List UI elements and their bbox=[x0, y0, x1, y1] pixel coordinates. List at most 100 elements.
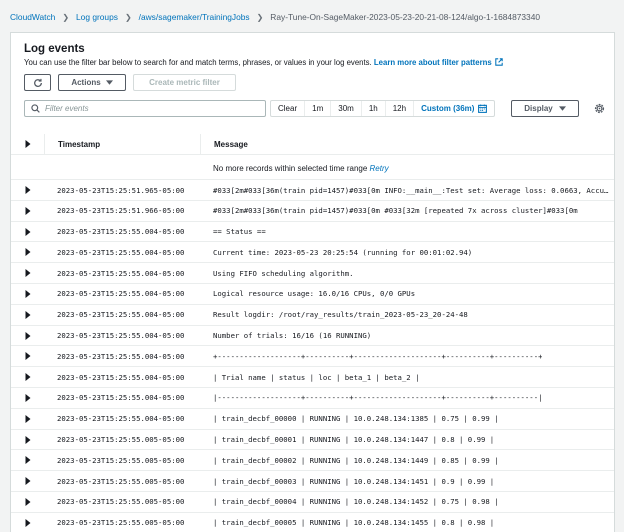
filter-events-input[interactable] bbox=[45, 104, 245, 113]
message-column-header[interactable]: Message bbox=[200, 134, 248, 155]
caret-right-icon[interactable] bbox=[25, 310, 31, 319]
log-message-text: | train_decbf_00003 | RUNNING | 10.0.248… bbox=[213, 476, 495, 486]
actions-label: Actions bbox=[71, 78, 101, 87]
breadcrumb-log-groups[interactable]: Log groups bbox=[76, 12, 118, 22]
log-event-row[interactable]: 2023-05-23T15:25:55.004-05:00 Logical res… bbox=[11, 282, 614, 304]
log-timestamp: 2023-05-23T15:25:55.004-05:00 bbox=[57, 268, 185, 278]
time-range-12h[interactable]: 12h bbox=[384, 101, 413, 116]
log-event-row[interactable]: 2023-05-23T15:25:55.004-05:00 | train_dec… bbox=[11, 407, 614, 429]
caret-right-icon[interactable] bbox=[25, 248, 31, 257]
breadcrumb-log-group[interactable]: /aws/sagemaker/TrainingJobs bbox=[139, 12, 250, 22]
caret-right-icon[interactable] bbox=[25, 269, 31, 278]
time-range-clear[interactable]: Clear bbox=[271, 101, 304, 116]
log-timestamp: 2023-05-23T15:25:51.965-05:00 bbox=[57, 185, 185, 195]
caret-down-icon bbox=[105, 80, 113, 85]
log-message-text: +-------------------+----------+--------… bbox=[213, 351, 543, 361]
log-message-text: | Trial name | status | loc | beta_1 | b… bbox=[213, 372, 420, 382]
chevron-right-icon: ❯ bbox=[124, 12, 132, 22]
log-timestamp: 2023-05-23T15:25:55.004-05:00 bbox=[57, 414, 185, 424]
log-timestamp: 2023-05-23T15:25:51.966-05:00 bbox=[57, 206, 185, 216]
log-event-row[interactable]: 2023-05-23T15:25:55.004-05:00 Current tim… bbox=[11, 241, 614, 262]
learn-more-link[interactable]: Learn more about filter patterns bbox=[374, 58, 492, 67]
refresh-icon bbox=[33, 78, 42, 87]
log-event-row[interactable]: 2023-05-23T15:25:55.005-05:00 | train_dec… bbox=[11, 511, 614, 532]
log-event-row[interactable]: 2023-05-23T15:25:51.966-05:00 #033[2m#033… bbox=[11, 199, 614, 221]
log-timestamp: 2023-05-23T15:25:55.005-05:00 bbox=[57, 518, 185, 528]
log-event-row[interactable]: 2023-05-23T15:25:55.005-05:00 | train_dec… bbox=[11, 490, 614, 512]
log-timestamp: 2023-05-23T15:25:55.005-05:00 bbox=[57, 435, 185, 445]
chevron-right-icon: ❯ bbox=[256, 12, 264, 22]
log-event-row[interactable]: 2023-05-23T15:25:51.965-05:00 #033[2m#033… bbox=[11, 179, 614, 200]
gear-icon[interactable] bbox=[594, 103, 605, 114]
log-message: | Trial name | status | loc | beta_1 | b… bbox=[213, 367, 611, 387]
timestamp-column-header[interactable]: Timestamp bbox=[44, 134, 100, 155]
time-range-custom[interactable]: Custom (36m) bbox=[413, 101, 494, 116]
caret-right-icon[interactable] bbox=[25, 477, 31, 486]
log-message: | train_decbf_00005 | RUNNING | 10.0.248… bbox=[213, 513, 611, 532]
caret-down-icon bbox=[558, 106, 566, 111]
refresh-button[interactable] bbox=[24, 74, 51, 91]
time-range-1h[interactable]: 1h bbox=[360, 101, 385, 116]
caret-right-icon[interactable] bbox=[25, 393, 31, 402]
log-message: +-------------------+----------+--------… bbox=[213, 346, 611, 366]
log-event-row[interactable]: 2023-05-23T15:25:55.004-05:00 == Status =… bbox=[11, 220, 614, 242]
log-timestamp: 2023-05-23T15:25:55.004-05:00 bbox=[57, 247, 185, 257]
calendar-icon bbox=[478, 104, 488, 113]
time-range-selector: Clear 1m 30m 1h 12h Custom (36m) bbox=[270, 100, 496, 117]
log-event-row[interactable]: 2023-05-23T15:25:55.005-05:00 | train_dec… bbox=[11, 449, 614, 470]
log-event-row[interactable]: 2023-05-23T15:25:55.005-05:00 | train_dec… bbox=[11, 470, 614, 491]
display-dropdown[interactable]: Display bbox=[511, 100, 579, 117]
log-message-text: Logical resource usage: 16.0/16 CPUs, 0/… bbox=[213, 289, 416, 299]
breadcrumb-cloudwatch[interactable]: CloudWatch bbox=[10, 12, 55, 22]
log-message: |-------------------+----------+--------… bbox=[213, 388, 611, 408]
caret-right-icon[interactable] bbox=[25, 414, 31, 423]
log-event-row[interactable]: 2023-05-23T15:25:55.004-05:00 +----------… bbox=[11, 345, 614, 366]
filter-events-field[interactable] bbox=[24, 100, 266, 117]
log-timestamp: 2023-05-23T15:25:55.004-05:00 bbox=[57, 393, 185, 403]
caret-right-icon[interactable] bbox=[25, 456, 31, 465]
log-message: | train_decbf_00003 | RUNNING | 10.0.248… bbox=[213, 471, 611, 491]
caret-right-icon[interactable] bbox=[25, 206, 31, 215]
caret-right-icon[interactable] bbox=[25, 331, 31, 340]
caret-right-icon[interactable] bbox=[25, 352, 31, 361]
caret-right-icon[interactable] bbox=[25, 227, 31, 236]
log-event-row[interactable]: 2023-05-23T15:25:55.004-05:00 Using FIFO … bbox=[11, 262, 614, 283]
caret-right-icon[interactable] bbox=[25, 289, 31, 298]
log-timestamp: 2023-05-23T15:25:55.004-05:00 bbox=[57, 310, 185, 320]
log-event-row[interactable]: 2023-05-23T15:25:55.004-05:00 Number of t… bbox=[11, 324, 614, 346]
log-event-row[interactable]: 2023-05-23T15:25:55.004-05:00 Result logd… bbox=[11, 303, 614, 325]
log-message-text: | train_decbf_00004 | RUNNING | 10.0.248… bbox=[213, 497, 499, 507]
actions-dropdown[interactable]: Actions bbox=[58, 74, 126, 91]
log-timestamp: 2023-05-23T15:25:55.004-05:00 bbox=[57, 331, 185, 341]
caret-right-icon[interactable] bbox=[25, 435, 31, 444]
log-event-row[interactable]: 2023-05-23T15:25:55.004-05:00 |----------… bbox=[11, 386, 614, 408]
caret-right-icon[interactable] bbox=[25, 497, 31, 506]
time-range-30m[interactable]: 30m bbox=[330, 101, 361, 116]
log-message: Logical resource usage: 16.0/16 CPUs, 0/… bbox=[213, 284, 611, 304]
description-text: You can use the filter bar below to sear… bbox=[24, 58, 372, 67]
log-message-text: Number of trials: 16/16 (16 RUNNING) bbox=[213, 331, 372, 341]
search-icon bbox=[31, 104, 40, 113]
caret-right-icon[interactable] bbox=[25, 518, 31, 527]
log-message-text: #033[2m#033[36m(train pid=1457)#033[0m I… bbox=[213, 185, 611, 195]
breadcrumb-log-stream: Ray-Tune-On-SageMaker-2023-05-23-20-21-0… bbox=[270, 12, 541, 22]
log-message-text: | train_decbf_00002 | RUNNING | 10.0.248… bbox=[213, 455, 499, 465]
log-event-row[interactable]: 2023-05-23T15:25:55.005-05:00 | train_dec… bbox=[11, 428, 614, 450]
log-message: Result logdir: /root/ray_results/train_2… bbox=[213, 305, 611, 325]
custom-range-label: Custom (36m) bbox=[421, 104, 475, 113]
log-message: | train_decbf_00002 | RUNNING | 10.0.248… bbox=[213, 450, 611, 470]
caret-right-icon[interactable] bbox=[25, 140, 31, 148]
caret-right-icon[interactable] bbox=[25, 186, 31, 194]
log-timestamp: 2023-05-23T15:25:55.004-05:00 bbox=[57, 351, 185, 361]
retry-link[interactable]: Retry bbox=[370, 164, 389, 173]
page-title: Log events bbox=[24, 43, 85, 55]
log-message-text: #033[2m#033[36m(train pid=1457)#033[0m #… bbox=[213, 206, 578, 216]
time-range-1m[interactable]: 1m bbox=[304, 101, 330, 116]
log-message: | train_decbf_00001 | RUNNING | 10.0.248… bbox=[213, 430, 611, 450]
log-event-row[interactable]: 2023-05-23T15:25:55.004-05:00 | Trial nam… bbox=[11, 366, 614, 387]
log-message-text: | train_decbf_00005 | RUNNING | 10.0.248… bbox=[213, 518, 495, 528]
create-metric-filter-button[interactable]: Create metric filter bbox=[133, 74, 236, 91]
table-header: Timestamp Message bbox=[11, 134, 614, 155]
caret-right-icon[interactable] bbox=[25, 373, 31, 382]
log-events-panel: Log events You can use the filter bar be… bbox=[10, 32, 615, 532]
